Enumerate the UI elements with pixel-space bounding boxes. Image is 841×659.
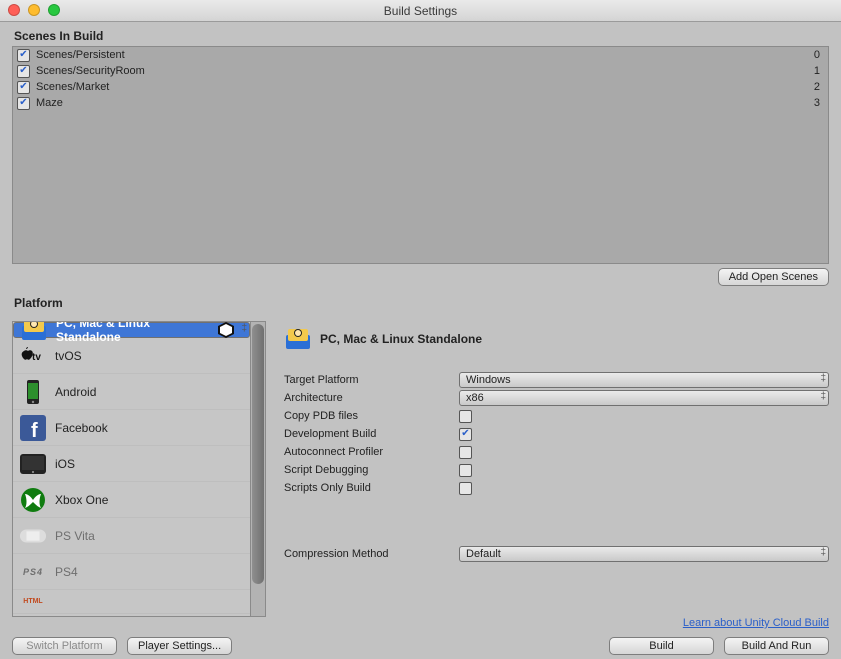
standalone-icon (284, 325, 312, 353)
scene-index: 0 (814, 49, 824, 61)
scene-checkbox[interactable] (17, 65, 30, 78)
platform-item-html[interactable]: HTML (13, 590, 250, 614)
footer: Switch Platform Player Settings... Build… (0, 633, 841, 659)
script-debug-label: Script Debugging (284, 464, 459, 476)
scene-checkbox[interactable] (17, 81, 30, 94)
script-debug-checkbox[interactable] (459, 464, 472, 477)
platform-item-ios[interactable]: iOS (13, 446, 250, 482)
scene-row[interactable]: Maze 3 (13, 95, 828, 111)
platform-label: PC, Mac & Linux Standalone (56, 322, 209, 344)
scene-name: Scenes/SecurityRoom (34, 65, 814, 77)
scene-index: 3 (814, 97, 824, 109)
build-button[interactable]: Build (609, 637, 714, 655)
ios-icon (19, 450, 47, 478)
scene-row[interactable]: Scenes/Market 2 (13, 79, 828, 95)
dev-build-label: Development Build (284, 428, 459, 440)
detail-title: PC, Mac & Linux Standalone (320, 332, 482, 346)
scripts-only-checkbox[interactable] (459, 482, 472, 495)
titlebar: Build Settings (0, 0, 841, 22)
scene-index: 2 (814, 81, 824, 93)
scene-name: Maze (34, 97, 814, 109)
architecture-select[interactable]: x86 (459, 390, 829, 406)
psvita-icon (19, 522, 47, 550)
platform-header: Platform (0, 286, 841, 313)
dev-build-checkbox[interactable] (459, 428, 472, 441)
scenes-list[interactable]: Scenes/Persistent 0 Scenes/SecurityRoom … (12, 46, 829, 264)
compression-label: Compression Method (284, 548, 459, 560)
platform-label: Android (55, 385, 244, 399)
autoconnect-label: Autoconnect Profiler (284, 446, 459, 458)
scrollbar-thumb[interactable] (252, 324, 264, 584)
platform-item-android[interactable]: Android (13, 374, 250, 410)
platform-item-ps4[interactable]: PS4 PS4 (13, 554, 250, 590)
ps4-icon: PS4 (19, 558, 47, 586)
platform-item-xboxone[interactable]: Xbox One (13, 482, 250, 518)
platform-label: PS4 (55, 565, 244, 579)
platform-item-facebook[interactable]: f Facebook (13, 410, 250, 446)
target-platform-label: Target Platform (284, 374, 459, 386)
platform-scrollbar[interactable] (250, 322, 265, 616)
platform-label: iOS (55, 457, 244, 471)
target-platform-value: Windows (466, 374, 511, 386)
target-platform-select[interactable]: Windows (459, 372, 829, 388)
scene-row[interactable]: Scenes/Persistent 0 (13, 47, 828, 63)
scene-name: Scenes/Persistent (34, 49, 814, 61)
compression-value: Default (466, 548, 501, 560)
svg-text:tv: tv (32, 352, 41, 363)
window-controls (8, 4, 60, 16)
platform-label: Facebook (55, 421, 244, 435)
scene-name: Scenes/Market (34, 81, 814, 93)
add-open-scenes-button[interactable]: Add Open Scenes (718, 268, 829, 286)
xbox-icon (19, 486, 47, 514)
cloud-build-link[interactable]: Learn about Unity Cloud Build (683, 617, 829, 629)
minimize-icon[interactable] (28, 4, 40, 16)
platform-item-standalone[interactable]: PC, Mac & Linux Standalone (13, 322, 250, 338)
architecture-value: x86 (466, 392, 484, 404)
svg-text:f: f (31, 420, 38, 441)
platform-list: PC, Mac & Linux Standalone tv tvOS (12, 321, 266, 617)
platform-label: PS Vita (55, 529, 244, 543)
scene-checkbox[interactable] (17, 49, 30, 62)
window-title: Build Settings (384, 4, 457, 18)
autoconnect-checkbox[interactable] (459, 446, 472, 459)
android-icon (19, 378, 47, 406)
standalone-icon (20, 322, 48, 344)
scene-checkbox[interactable] (17, 97, 30, 110)
facebook-icon: f (19, 414, 47, 442)
platform-item-psvita[interactable]: PS Vita (13, 518, 250, 554)
switch-platform-button[interactable]: Switch Platform (12, 637, 117, 655)
build-and-run-button[interactable]: Build And Run (724, 637, 829, 655)
platform-detail: PC, Mac & Linux Standalone Target Platfo… (284, 321, 829, 633)
architecture-label: Architecture (284, 392, 459, 404)
unity-logo-icon (217, 322, 235, 339)
compression-select[interactable]: Default (459, 546, 829, 562)
platform-label: tvOS (55, 349, 244, 363)
zoom-icon[interactable] (48, 4, 60, 16)
scenes-header: Scenes In Build (0, 22, 841, 46)
copy-pdb-label: Copy PDB files (284, 410, 459, 422)
platform-label: Xbox One (55, 493, 244, 507)
scene-row[interactable]: Scenes/SecurityRoom 1 (13, 63, 828, 79)
copy-pdb-checkbox[interactable] (459, 410, 472, 423)
scene-index: 1 (814, 65, 824, 77)
apple-tv-icon: tv (19, 342, 47, 370)
player-settings-button[interactable]: Player Settings... (127, 637, 232, 655)
html-icon: HTML (19, 588, 47, 616)
close-icon[interactable] (8, 4, 20, 16)
scripts-only-label: Scripts Only Build (284, 482, 459, 494)
